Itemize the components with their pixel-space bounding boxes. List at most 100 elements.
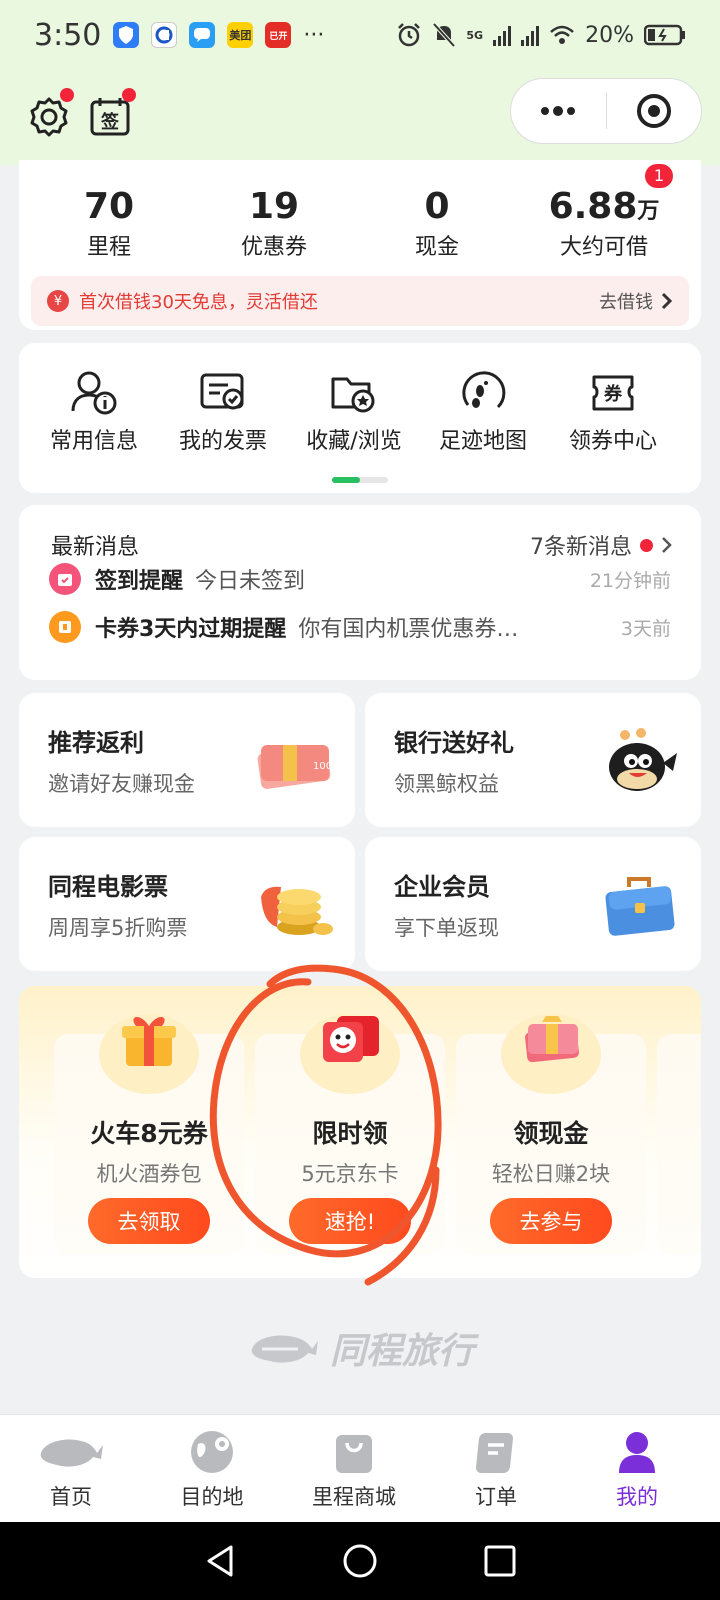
signin-notification-dot bbox=[122, 88, 136, 102]
loan-badge: 1 bbox=[645, 164, 673, 188]
tool-label: 足迹地图 bbox=[438, 429, 527, 454]
bonus-title: 领现金 bbox=[513, 1119, 589, 1148]
signal-icon-2 bbox=[521, 24, 540, 46]
tab-mileage-mall[interactable]: 里程商城 bbox=[294, 1427, 414, 1511]
meituan-app-icon: 美团 bbox=[227, 22, 254, 48]
svg-text:100: 100 bbox=[313, 761, 332, 772]
chevron-right-icon bbox=[662, 537, 672, 553]
tab-mine[interactable]: 我的 bbox=[577, 1427, 697, 1511]
battery-percent: 20% bbox=[585, 22, 634, 48]
promo-title: 银行送好礼 bbox=[394, 729, 514, 757]
tool-favorites[interactable]: 收藏/浏览 bbox=[286, 369, 422, 455]
tab-orders[interactable]: 订单 bbox=[436, 1427, 556, 1511]
annotation-circle bbox=[209, 964, 442, 1286]
status-bar: 3:50 美团 已开 ··· 5G 20% bbox=[0, 0, 720, 70]
brand-name: 同程旅行 bbox=[330, 1331, 475, 1372]
tool-footprint-map[interactable]: 足迹地图 bbox=[415, 369, 551, 455]
system-nav-bar bbox=[0, 1522, 720, 1600]
target-icon bbox=[636, 94, 671, 128]
message-text: 你有国内机票优惠券… bbox=[298, 617, 519, 642]
recents-square-icon[interactable] bbox=[483, 1544, 517, 1578]
stat-value: 0 bbox=[424, 186, 450, 227]
cash-stack-icon: 100 bbox=[257, 745, 332, 789]
promo-movie-tickets[interactable]: 同程电影票 周周享5折购票 bbox=[19, 837, 355, 971]
tab-label: 首页 bbox=[50, 1485, 92, 1509]
wifi-icon bbox=[550, 25, 574, 44]
user-info-icon bbox=[71, 371, 117, 415]
tool-coupon-center[interactable]: 券 领券中心 bbox=[545, 369, 681, 455]
promo-referral-rebate[interactable]: 推荐返利 邀请好友赚现金 100 bbox=[19, 693, 355, 827]
tab-label: 目的地 bbox=[180, 1485, 244, 1509]
black-whale-mascot-icon bbox=[609, 728, 677, 791]
coupon-glyph: 券 bbox=[603, 383, 623, 405]
tab-destination[interactable]: 目的地 bbox=[152, 1427, 272, 1511]
more-button[interactable] bbox=[511, 79, 606, 143]
promo-title: 同程电影票 bbox=[48, 873, 168, 901]
promo-bank-gift[interactable]: 银行送好礼 领黑鲸权益 bbox=[365, 693, 701, 827]
message-title: 卡券3天内过期提醒 bbox=[95, 617, 287, 642]
home-circle-icon[interactable] bbox=[342, 1543, 378, 1579]
unread-dot bbox=[640, 538, 653, 552]
message-time: 3天前 bbox=[620, 617, 671, 640]
signal-icon bbox=[493, 24, 512, 46]
promo-enterprise-member[interactable]: 企业会员 享下单返现 bbox=[365, 837, 701, 971]
invoice-icon bbox=[200, 373, 244, 410]
close-miniprogram-button[interactable] bbox=[607, 79, 702, 143]
messages-title: 最新消息 bbox=[51, 535, 140, 560]
message-time: 21分钟前 bbox=[589, 569, 671, 592]
message-item-signin[interactable]: 签到提醒 今日未签到 21分钟前 bbox=[49, 563, 671, 595]
tool-label: 领券中心 bbox=[568, 429, 657, 454]
messages-count: 7条新消息 bbox=[530, 535, 632, 560]
messages-count-link[interactable]: 7条新消息 bbox=[530, 529, 673, 561]
promo-subtitle: 领黑鲸权益 bbox=[394, 772, 499, 796]
back-icon[interactable] bbox=[203, 1543, 237, 1579]
message-item-coupon-expiry[interactable]: 卡券3天内过期提醒 你有国内机票优惠券… 3天前 bbox=[49, 611, 671, 643]
page-indicator bbox=[332, 477, 388, 483]
bank-app-icon bbox=[151, 22, 178, 48]
loan-action: 去借钱 bbox=[599, 292, 653, 313]
mute-bell-icon bbox=[432, 22, 456, 48]
tools-card: 常用信息 我的发票 收藏/浏览 足迹地图 券 领券中心 bbox=[19, 343, 701, 493]
stat-mileage[interactable]: 70 里程 bbox=[24, 186, 194, 261]
promo-subtitle: 邀请好友赚现金 bbox=[48, 772, 195, 796]
tool-label: 收藏/浏览 bbox=[306, 429, 402, 454]
signin-button[interactable]: 签 bbox=[88, 88, 136, 140]
stat-label: 现金 bbox=[414, 235, 459, 260]
stat-loan-limit[interactable]: 6.88万 大约可借 bbox=[519, 186, 689, 261]
tool-label: 常用信息 bbox=[49, 429, 138, 454]
stat-value: 19 bbox=[248, 186, 300, 227]
status-time: 3:50 bbox=[34, 17, 102, 53]
messages-card[interactable]: 最新消息 7条新消息 签到提醒 今日未签到 21分钟前 卡券3天内过期提醒 你有… bbox=[19, 505, 701, 680]
bonus-subtitle: 轻松日赚2块 bbox=[491, 1162, 611, 1186]
loan-text: 首次借钱30天免息，灵活借还 bbox=[79, 292, 318, 313]
loan-banner[interactable]: ¥ 首次借钱30天免息，灵活借还 去借钱 bbox=[31, 276, 689, 326]
network-label: 5G bbox=[466, 28, 484, 42]
ticket-icon bbox=[49, 611, 81, 643]
promo-title: 推荐返利 bbox=[48, 729, 144, 757]
battery-icon bbox=[644, 24, 685, 46]
shield-app-icon bbox=[113, 22, 140, 48]
tool-invoice[interactable]: 我的发票 bbox=[155, 369, 291, 455]
participate-button[interactable]: 去参与 bbox=[490, 1198, 612, 1244]
bottom-tab-bar: 首页 目的地 里程商城 订单 我的 bbox=[0, 1414, 720, 1522]
stat-label: 里程 bbox=[86, 235, 131, 260]
settings-button[interactable] bbox=[26, 88, 74, 140]
favorites-icon bbox=[331, 377, 375, 413]
stat-cash[interactable]: 0 现金 bbox=[352, 186, 522, 261]
tab-home[interactable]: 首页 bbox=[11, 1427, 131, 1511]
whale-home-icon bbox=[40, 1439, 103, 1467]
tool-common-info[interactable]: 常用信息 bbox=[26, 369, 162, 455]
stat-coupons[interactable]: 19 优惠券 bbox=[189, 186, 359, 261]
account-stats-card: 70 里程 19 优惠券 0 现金 6.88万 大约可借 1 ¥ 首次借钱30天… bbox=[19, 160, 701, 330]
whale-logo-icon bbox=[251, 1335, 318, 1363]
profile-icon bbox=[619, 1432, 655, 1473]
claim-button[interactable]: 去领取 bbox=[88, 1198, 210, 1244]
bonus-item-cash[interactable]: 领现金 轻松日赚2块 去参与 bbox=[456, 1014, 646, 1254]
svg-text:签: 签 bbox=[100, 111, 120, 133]
yen-icon: ¥ bbox=[47, 290, 69, 312]
shopping-bag-icon bbox=[336, 1435, 372, 1473]
bonus-item-partial[interactable] bbox=[657, 1034, 701, 1254]
stat-label: 优惠券 bbox=[240, 235, 307, 260]
tab-label: 我的 bbox=[616, 1485, 658, 1509]
gift-box-icon bbox=[122, 1016, 176, 1066]
